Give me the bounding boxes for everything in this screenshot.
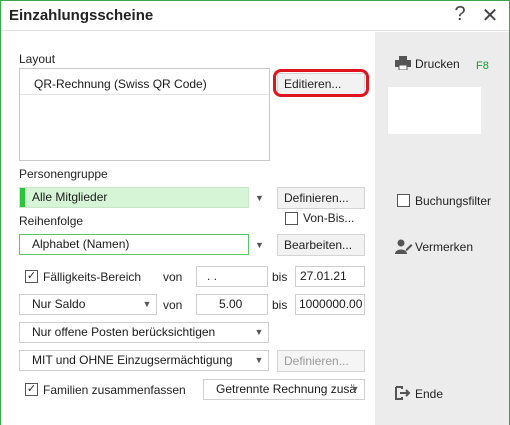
chevron-down-icon[interactable]: ▼ (255, 240, 264, 250)
familien-checkbox[interactable]: ✓ (25, 383, 38, 396)
dialog-window: Einzahlungsscheine ? ✕ Layout QR-Rechnun… (0, 0, 510, 425)
edit-order-label: Bearbeiten... (284, 238, 353, 252)
print-shortcut: F8 (476, 60, 489, 72)
help-icon[interactable]: ? (449, 3, 471, 26)
einzug-select[interactable]: MIT und OHNE Einzugsermächtigung ▼ (19, 350, 269, 371)
vermerken-button[interactable]: Vermerken (393, 237, 483, 259)
define-group-button[interactable]: Definieren... (277, 187, 365, 209)
highlight-ring (273, 69, 369, 97)
posten-select[interactable]: Nur offene Posten berücksichtigen ▼ (19, 322, 269, 343)
saldo-to-label: bis (272, 298, 288, 312)
reihenfolge-value: Alphabet (Namen) (32, 237, 130, 251)
layout-list-item[interactable]: QR-Rechnung (Swiss QR Code) (20, 73, 269, 95)
print-button[interactable]: Drucken (393, 54, 473, 76)
ende-label: Ende (415, 387, 444, 401)
printer-icon (395, 56, 411, 70)
buchungsfilter-checkbox[interactable] (397, 194, 410, 207)
chevron-down-icon: ▼ (254, 355, 264, 365)
von-bis-checkbox[interactable] (285, 212, 298, 225)
user-note-icon (395, 239, 413, 254)
saldo-to-input[interactable]: 1000000.00 (295, 294, 365, 315)
personengruppe-value: Alle Mitglieder (32, 190, 108, 204)
define-einzug-button[interactable]: Definieren... (277, 350, 365, 372)
personengruppe-select[interactable]: Alle Mitglieder (19, 187, 249, 208)
reihenfolge-select[interactable]: Alphabet (Namen) (19, 234, 249, 255)
faelligkeit-checkbox[interactable]: ✓ (25, 270, 38, 283)
saldo-select[interactable]: Nur Saldo ▼ (19, 294, 157, 315)
einzug-value: MIT und OHNE Einzugsermächtigung (32, 353, 233, 367)
chevron-down-icon: ▼ (254, 327, 264, 337)
chevron-down-icon: ▼ (142, 299, 152, 309)
close-icon[interactable]: ✕ (479, 3, 501, 28)
faelligkeit-to-label: bis (272, 270, 288, 284)
personengruppe-label: Personengruppe (19, 167, 108, 181)
von-bis-label: Von-Bis... (303, 211, 355, 225)
define-einzug-label: Definieren... (284, 354, 349, 368)
ende-button[interactable]: Ende (393, 384, 463, 406)
faelligkeit-from-label: von (163, 270, 183, 284)
rechnung-select[interactable]: Getrennte Rechnung zusä ▼ (203, 379, 365, 400)
edit-order-button[interactable]: Bearbeiten... (277, 234, 365, 256)
saldo-from-label: von (163, 298, 183, 312)
preview-box (388, 87, 481, 134)
buchungsfilter-label: Buchungsfilter (415, 194, 492, 208)
selection-marker (20, 188, 25, 207)
print-label: Drucken (415, 57, 460, 71)
reihenfolge-label: Reihenfolge (19, 214, 84, 228)
posten-value: Nur offene Posten berücksichtigen (32, 325, 216, 339)
exit-icon (395, 386, 411, 400)
title-bar: Einzahlungsscheine ? ✕ (1, 1, 509, 31)
faelligkeit-to-input[interactable]: 27.01.21 (295, 266, 365, 287)
faelligkeit-from-input[interactable]: . . (196, 266, 268, 287)
rechnung-value: Getrennte Rechnung zusä (216, 382, 357, 396)
chevron-down-icon: ▼ (350, 384, 360, 394)
familien-label: Familien zusammenfassen (43, 383, 186, 397)
window-title: Einzahlungsscheine (9, 7, 154, 24)
layout-label: Layout (19, 52, 56, 66)
vermerken-label: Vermerken (415, 240, 474, 254)
saldo-from-input[interactable]: 5.00 (196, 294, 268, 315)
faelligkeit-label: Fälligkeits-Bereich (43, 270, 142, 284)
layout-listbox[interactable]: QR-Rechnung (Swiss QR Code) (19, 68, 270, 161)
define-group-label: Definieren... (284, 191, 349, 205)
saldo-value: Nur Saldo (32, 297, 86, 311)
chevron-down-icon[interactable]: ▼ (255, 193, 264, 203)
